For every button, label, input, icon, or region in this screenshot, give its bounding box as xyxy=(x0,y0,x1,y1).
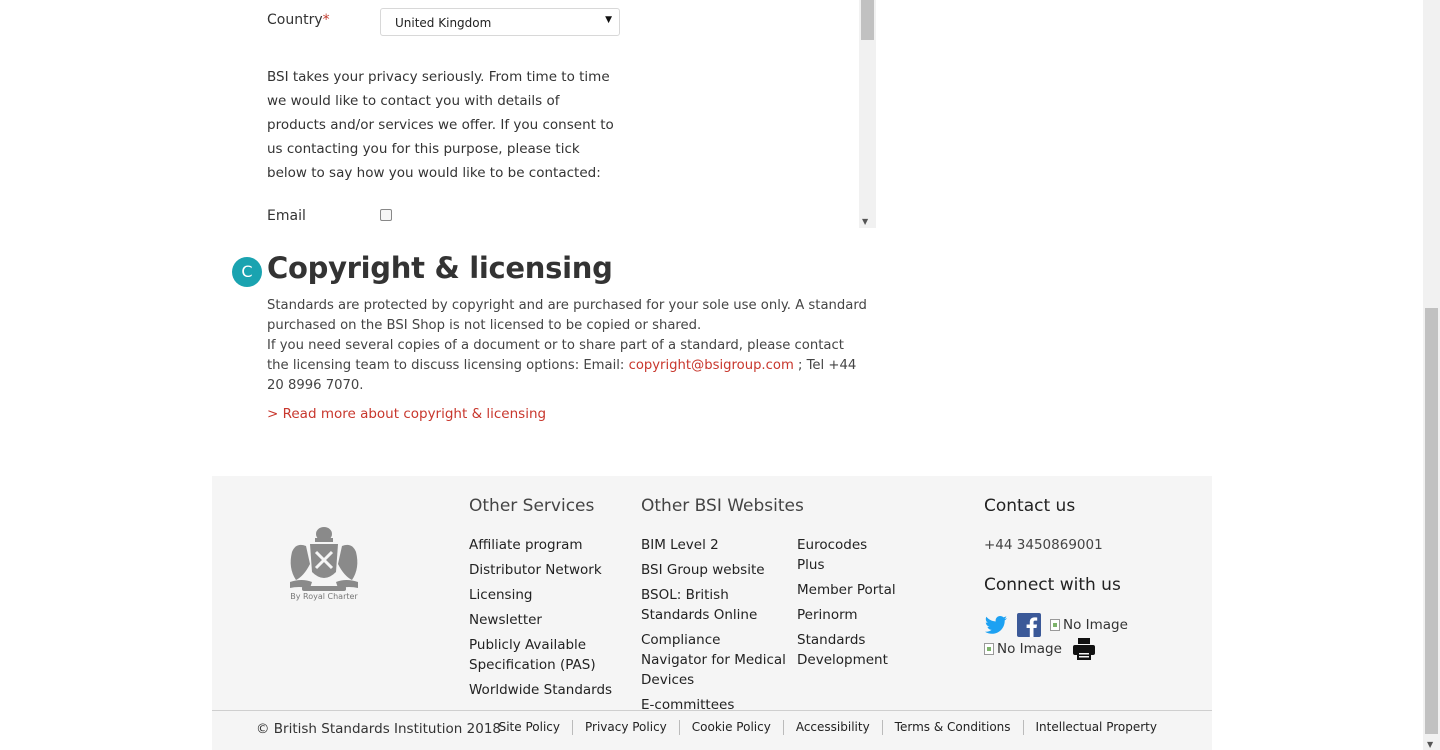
site-policy-link[interactable]: Site Policy xyxy=(487,720,572,735)
print-icon[interactable] xyxy=(1072,637,1096,661)
licensing-paragraph: If you need several copies of a document… xyxy=(267,338,857,393)
other-services-list: Affiliate program Distributor Network Li… xyxy=(469,535,619,705)
copyright-paragraph: Standards are protected by copyright and… xyxy=(267,298,867,333)
read-more-link[interactable]: > Read more about copyright & licensing xyxy=(267,406,546,422)
policy-links: Site Policy Privacy Policy Cookie Policy… xyxy=(487,720,1157,735)
terms-conditions-link[interactable]: Terms & Conditions xyxy=(881,720,1023,735)
footer-link-licensing[interactable]: Licensing xyxy=(469,587,532,603)
copyright-notice: © British Standards Institution 2018 xyxy=(256,721,501,737)
scroll-down-arrow-icon[interactable]: ▼ xyxy=(1427,740,1433,749)
list-item: Member Portal xyxy=(797,580,897,600)
list-item: Licensing xyxy=(469,585,619,605)
copyright-email-link[interactable]: copyright@bsigroup.com xyxy=(629,358,794,373)
footer-link-eurocodes-plus[interactable]: Eurocodes Plus xyxy=(797,537,867,573)
email-consent-checkbox[interactable] xyxy=(380,209,392,221)
footer-link-pas[interactable]: Publicly Available Specification (PAS) xyxy=(469,637,596,673)
privacy-policy-link[interactable]: Privacy Policy xyxy=(571,720,679,735)
footer-link-compliance-navigator[interactable]: Compliance Navigator for Medical Devices xyxy=(641,632,786,688)
intellectual-property-link[interactable]: Intellectual Property xyxy=(1022,720,1157,735)
footer-link-distributor-network[interactable]: Distributor Network xyxy=(469,562,602,578)
list-item: BSOL: British Standards Online xyxy=(641,585,786,625)
list-item: Worldwide Standards xyxy=(469,680,619,700)
cookie-policy-link[interactable]: Cookie Policy xyxy=(678,720,783,735)
section-body: Standards are protected by copyright and… xyxy=(267,296,867,396)
social-links: No Image No Image xyxy=(984,612,1144,662)
list-item: Distributor Network xyxy=(469,560,619,580)
broken-image-icon[interactable]: No Image xyxy=(984,641,1062,657)
footer-divider xyxy=(212,710,1212,711)
list-item: Publicly Available Specification (PAS) xyxy=(469,635,619,675)
list-item: Newsletter xyxy=(469,610,619,630)
country-label: Country* xyxy=(267,12,330,28)
footer-link-bim-level-2[interactable]: BIM Level 2 xyxy=(641,537,719,553)
other-services-heading: Other Services xyxy=(469,496,595,516)
footer-link-worldwide-standards[interactable]: Worldwide Standards xyxy=(469,682,612,698)
other-websites-list-2: Eurocodes Plus Member Portal Perinorm St… xyxy=(797,535,897,675)
other-websites-list-1: BIM Level 2 BSI Group website BSOL: Brit… xyxy=(641,535,786,720)
footer-link-member-portal[interactable]: Member Portal xyxy=(797,582,896,598)
country-select[interactable]: United Kingdom ▼ xyxy=(380,8,620,36)
form-frame-scrollbar-thumb[interactable] xyxy=(861,0,874,40)
list-item: BIM Level 2 xyxy=(641,535,786,555)
list-item: Eurocodes Plus xyxy=(797,535,897,575)
footer-link-affiliate-program[interactable]: Affiliate program xyxy=(469,537,583,553)
crest-caption: By Royal Charter xyxy=(290,592,358,601)
footer-link-newsletter[interactable]: Newsletter xyxy=(469,612,542,628)
list-item: BSI Group website xyxy=(641,560,786,580)
contact-form-frame: Country* United Kingdom ▼ BSI takes your… xyxy=(212,0,876,228)
broken-image-icon[interactable]: No Image xyxy=(1050,617,1128,633)
footer-link-perinorm[interactable]: Perinorm xyxy=(797,607,858,623)
list-item: Perinorm xyxy=(797,605,897,625)
required-mark: * xyxy=(322,12,330,28)
list-item: E-committees xyxy=(641,695,786,715)
privacy-consent-text: BSI takes your privacy seriously. From t… xyxy=(267,69,614,181)
site-footer: By Royal Charter Other Services Affiliat… xyxy=(212,476,1212,750)
footer-link-bsol[interactable]: BSOL: British Standards Online xyxy=(641,587,757,623)
connect-heading: Connect with us xyxy=(984,575,1121,595)
country-select-value: United Kingdom xyxy=(395,16,492,30)
email-consent-label: Email xyxy=(267,208,306,224)
contact-heading: Contact us xyxy=(984,496,1076,516)
section-title: Copyright & licensing xyxy=(267,251,613,285)
page-scrollbar[interactable]: ▼ xyxy=(1423,0,1440,750)
other-websites-heading: Other BSI Websites xyxy=(641,496,804,516)
form-frame-scrollbar[interactable]: ▼ xyxy=(859,0,876,228)
list-item: Compliance Navigator for Medical Devices xyxy=(641,630,786,690)
footer-link-bsi-group-website[interactable]: BSI Group website xyxy=(641,562,765,578)
twitter-icon[interactable] xyxy=(984,613,1008,637)
list-item: Affiliate program xyxy=(469,535,619,555)
page-scrollbar-thumb[interactable] xyxy=(1425,308,1438,734)
scroll-down-arrow-icon[interactable]: ▼ xyxy=(862,217,868,226)
contact-phone: +44 3450869001 xyxy=(984,537,1103,553)
accessibility-link[interactable]: Accessibility xyxy=(782,720,882,735)
footer-link-standards-development[interactable]: Standards Development xyxy=(797,632,888,668)
list-item: Standards Development xyxy=(797,630,897,670)
section-badge: C xyxy=(232,257,262,287)
dropdown-arrow-icon: ▼ xyxy=(605,15,612,25)
facebook-icon[interactable] xyxy=(1017,613,1041,637)
